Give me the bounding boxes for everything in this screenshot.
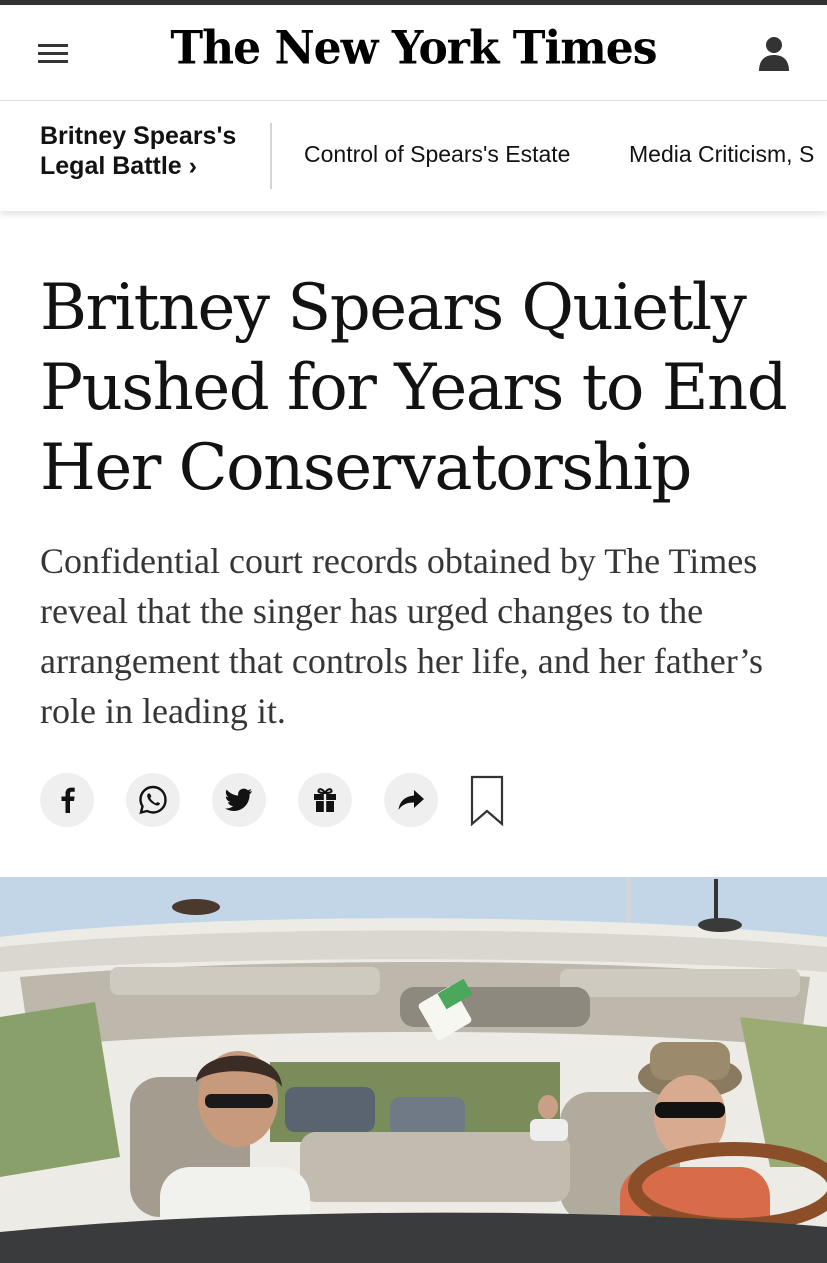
topic-title-link[interactable]: Britney Spears's Legal Battle ›	[40, 121, 260, 181]
facebook-icon	[61, 787, 75, 813]
masthead: The New York Times	[0, 5, 827, 101]
nav-link-estate[interactable]: Control of Spears's Estate	[304, 141, 570, 168]
article-headline: Britney Spears Quietly Pushed for Years …	[40, 271, 788, 505]
nav-divider	[270, 123, 272, 189]
whatsapp-icon	[139, 785, 167, 815]
whatsapp-share-button[interactable]	[126, 773, 180, 827]
share-icon	[398, 790, 424, 810]
account-button[interactable]	[756, 35, 792, 75]
twitter-share-button[interactable]	[212, 773, 266, 827]
gift-article-button[interactable]	[298, 773, 352, 827]
share-more-button[interactable]	[384, 773, 438, 827]
save-article-button[interactable]	[470, 775, 504, 827]
topic-nav: Britney Spears's Legal Battle › Control …	[0, 101, 827, 211]
site-logo[interactable]: The New York Times	[0, 22, 827, 76]
car-photo-illustration	[0, 877, 827, 1263]
bookmark-icon	[470, 775, 504, 827]
share-toolbar	[40, 773, 520, 829]
user-icon	[759, 37, 789, 71]
article-summary: Confidential court records obtained by T…	[40, 541, 764, 731]
nav-link-media-criticism[interactable]: Media Criticism, S	[629, 141, 814, 168]
gift-icon	[314, 788, 336, 812]
lead-photo[interactable]	[0, 877, 827, 1263]
twitter-icon	[225, 788, 252, 811]
facebook-share-button[interactable]	[40, 773, 94, 827]
